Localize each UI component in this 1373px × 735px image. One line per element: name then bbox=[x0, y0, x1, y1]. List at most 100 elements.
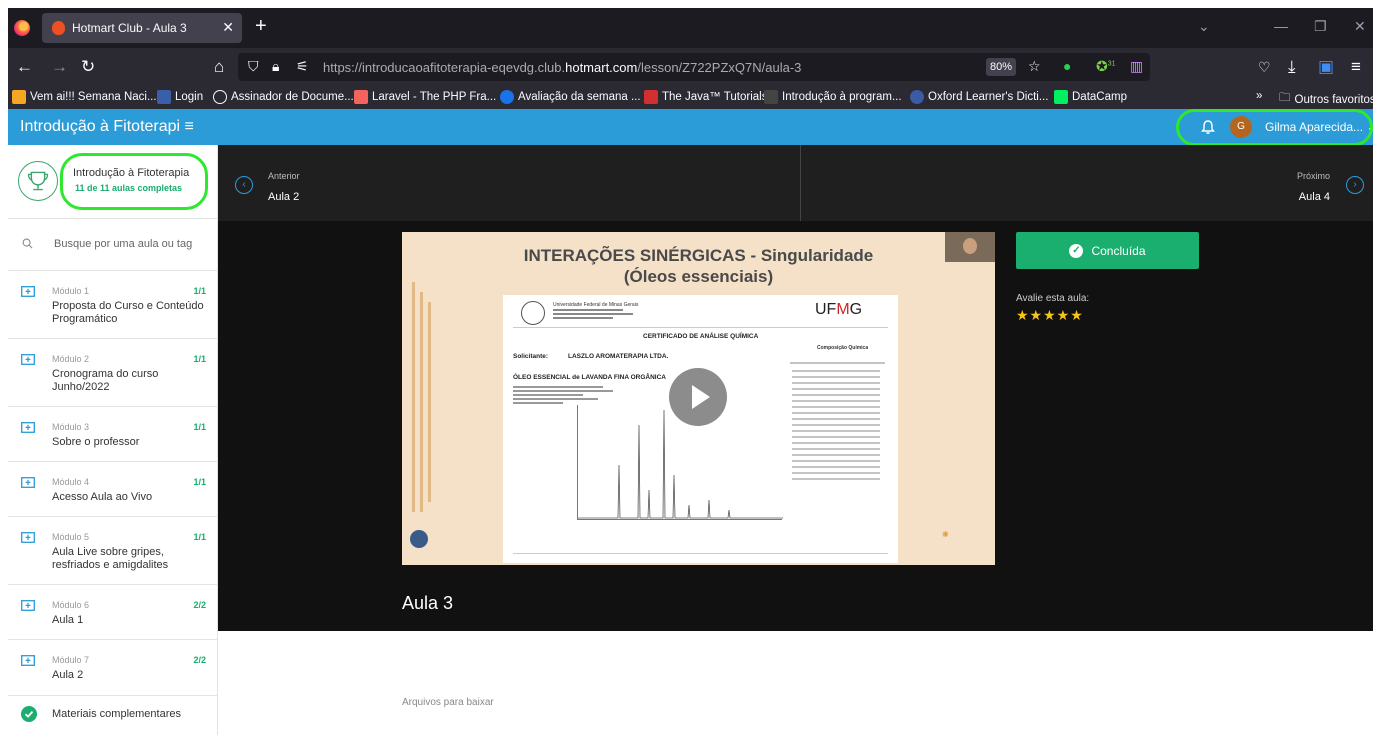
vertical-disclaimer-text bbox=[412, 282, 431, 512]
module-name: Acesso Aula ao Vivo bbox=[52, 491, 153, 503]
module-label: Módulo 1 bbox=[52, 286, 90, 296]
minimize-icon[interactable]: — bbox=[1274, 18, 1288, 34]
lock-icon[interactable]: 🔒︎ bbox=[272, 58, 279, 75]
module-count: 1/1 bbox=[193, 286, 206, 296]
datacamp-favicon-icon bbox=[1054, 90, 1068, 104]
reload-icon[interactable]: ↻ bbox=[81, 57, 95, 77]
home-icon[interactable]: ⌂ bbox=[214, 57, 224, 77]
search-input[interactable] bbox=[54, 234, 209, 254]
folder-icon bbox=[21, 532, 35, 543]
folder-icon bbox=[21, 286, 35, 297]
list-tabs-icon[interactable]: ⌄ bbox=[1198, 18, 1210, 35]
bookmark-item[interactable]: Oxford Learner's Dicti... bbox=[910, 90, 1048, 104]
sidebar: Introdução à Fitoterapia 11 de 11 aulas … bbox=[8, 145, 218, 735]
permissions-icon[interactable]: ⚟ bbox=[296, 58, 309, 75]
next-lesson-name: Aula 4 bbox=[1298, 191, 1330, 203]
previous-label: Anterior bbox=[268, 171, 300, 181]
module-count: 1/1 bbox=[193, 354, 206, 364]
search-icon bbox=[22, 238, 33, 249]
hamburger-icon[interactable]: ≡ bbox=[185, 118, 194, 135]
sidebar-module-7[interactable]: Módulo 7 2/2 Aula 2 bbox=[8, 640, 218, 696]
translate-icon[interactable]: ▣ bbox=[1318, 57, 1334, 77]
restore-icon[interactable]: ❐ bbox=[1314, 18, 1327, 35]
materials-label: Materiais complementares bbox=[52, 708, 181, 720]
ufmg-logo: UFMG bbox=[815, 301, 863, 318]
chevron-right-icon[interactable]: › bbox=[1346, 176, 1364, 194]
slide-title-line1: INTERAÇÕES SINÉRGICAS - Singularidade bbox=[523, 246, 874, 265]
bookmark-item[interactable]: Vem ai!!! Semana Naci... bbox=[12, 90, 157, 104]
lesson-title: Aula 3 bbox=[402, 593, 454, 613]
completed-label: Concluída bbox=[1091, 243, 1146, 258]
sidebar-module-3[interactable]: Módulo 3 1/1 Sobre o professor bbox=[8, 407, 218, 462]
lesson-navigation: ‹ Anterior Aula 2 Próximo Aula 4 › bbox=[218, 145, 1373, 221]
more-bookmarks-icon[interactable]: » bbox=[1256, 90, 1262, 102]
other-bookmarks[interactable]: 🗀︎ Outros favoritos bbox=[1279, 90, 1373, 109]
sidebar-module-5[interactable]: Módulo 5 1/1 Aula Live sobre gripes, res… bbox=[8, 517, 218, 585]
download-icon[interactable]: ⤓ bbox=[1288, 57, 1296, 77]
folder-icon bbox=[21, 477, 35, 488]
lesson-search bbox=[8, 219, 218, 271]
url-bar[interactable]: ⛉ 🔒︎ ⚟ https://introducaoafitoterapia-eq… bbox=[238, 53, 1150, 81]
sidebar-module-2[interactable]: Módulo 2 1/1 Cronograma do curso Junho/2… bbox=[8, 339, 218, 407]
player-area: INTERAÇÕES SINÉRGICAS - Singularidade (Ó… bbox=[218, 221, 1373, 631]
back-icon[interactable]: ← bbox=[16, 57, 33, 77]
bookmark-item[interactable]: Laravel - The PHP Fra... bbox=[354, 90, 496, 104]
star-rating[interactable]: ★★★★★ bbox=[1016, 307, 1084, 324]
bookmark-item[interactable]: DataCamp bbox=[1054, 90, 1127, 104]
bookmark-item[interactable]: Login bbox=[157, 90, 203, 104]
module-name: Aula 2 bbox=[52, 669, 84, 681]
video-player[interactable]: INTERAÇÕES SINÉRGICAS - Singularidade (Ó… bbox=[402, 232, 995, 565]
laravel-favicon-icon bbox=[354, 90, 368, 104]
url-text[interactable]: https://introducaoafitoterapia-eqevdg.cl… bbox=[323, 60, 801, 75]
sidebar-module-4[interactable]: Módulo 4 1/1 Acesso Aula ao Vivo bbox=[8, 462, 218, 517]
extension-check-icon[interactable]: ● bbox=[1063, 58, 1071, 74]
certificate-image: Universidade Federal de Minas Gerais UFM… bbox=[503, 295, 898, 563]
sidebar-module-1[interactable]: Módulo 1 1/1 Proposta do Curso e Conteúd… bbox=[8, 271, 218, 339]
hotmart-favicon-icon bbox=[52, 21, 65, 35]
folder-icon: 🗀︎ bbox=[1279, 92, 1291, 104]
module-label: Módulo 7 bbox=[52, 655, 90, 665]
navigation-toolbar: ← → ↻ ⌂ ⛉ 🔒︎ ⚟ https://introducaoafitote… bbox=[8, 48, 1373, 86]
module-label: Módulo 3 bbox=[52, 422, 90, 432]
sidebar-item-materials[interactable]: Materiais complementares bbox=[8, 696, 218, 735]
extension-badge-icon[interactable]: ✪31 bbox=[1096, 58, 1116, 75]
module-label: Módulo 5 bbox=[52, 532, 90, 542]
browser-window: Hotmart Club - Aula 3 ✕ + ⌄ — ❐ ✕ ← → ↻ … bbox=[8, 8, 1373, 735]
chevron-left-icon[interactable]: ‹ bbox=[235, 176, 253, 194]
pocket-icon[interactable]: ♡ bbox=[1258, 57, 1271, 77]
close-tab-icon[interactable]: ✕ bbox=[222, 19, 234, 36]
composition-table bbox=[790, 355, 885, 535]
module-count: 2/2 bbox=[193, 655, 206, 665]
forward-icon[interactable]: → bbox=[51, 57, 68, 77]
bookmark-item[interactable]: Avaliação da semana ... bbox=[500, 90, 641, 104]
folder-icon bbox=[21, 422, 35, 433]
firefox-logo-icon[interactable] bbox=[14, 20, 30, 36]
module-name: Aula 1 bbox=[52, 614, 84, 626]
university-seal-icon bbox=[521, 301, 545, 325]
play-button[interactable] bbox=[669, 368, 727, 426]
completed-button[interactable]: ✓ Concluída bbox=[1016, 232, 1199, 269]
folder-icon bbox=[21, 655, 35, 666]
bookmark-star-icon[interactable]: ☆ bbox=[1028, 58, 1041, 75]
module-name: Sobre o professor bbox=[52, 436, 140, 448]
bookmark-item[interactable]: The Java™ Tutorials bbox=[644, 90, 767, 104]
close-window-icon[interactable]: ✕ bbox=[1354, 18, 1366, 35]
shield-icon[interactable]: ⛉ bbox=[248, 58, 259, 75]
new-tab-icon[interactable]: + bbox=[255, 15, 267, 38]
module-count: 2/2 bbox=[193, 600, 206, 610]
tab-active[interactable]: Hotmart Club - Aula 3 ✕ bbox=[42, 13, 242, 43]
highlight-ring bbox=[1176, 109, 1373, 146]
cert-detail-lines bbox=[513, 386, 613, 404]
tab-title: Hotmart Club - Aula 3 bbox=[72, 21, 187, 35]
module-label: Módulo 4 bbox=[52, 477, 90, 487]
extension-equalizer-icon[interactable]: ▥ bbox=[1130, 58, 1143, 75]
sidebar-module-6[interactable]: Módulo 6 2/2 Aula 1 bbox=[8, 585, 218, 640]
check-circle-icon bbox=[21, 706, 37, 722]
bookmark-item[interactable]: Assinador de Docume... bbox=[213, 90, 354, 104]
zoom-level[interactable]: 80% bbox=[986, 58, 1016, 76]
course-title[interactable]: Introdução à Fitoterapi ≡ bbox=[20, 118, 194, 136]
module-label: Módulo 6 bbox=[52, 600, 90, 610]
bookmark-item[interactable]: Introdução à program... bbox=[764, 90, 902, 104]
module-name: Aula Live sobre gripes, resfriados e ami… bbox=[52, 546, 169, 571]
menu-icon[interactable]: ≡ bbox=[1351, 57, 1361, 77]
